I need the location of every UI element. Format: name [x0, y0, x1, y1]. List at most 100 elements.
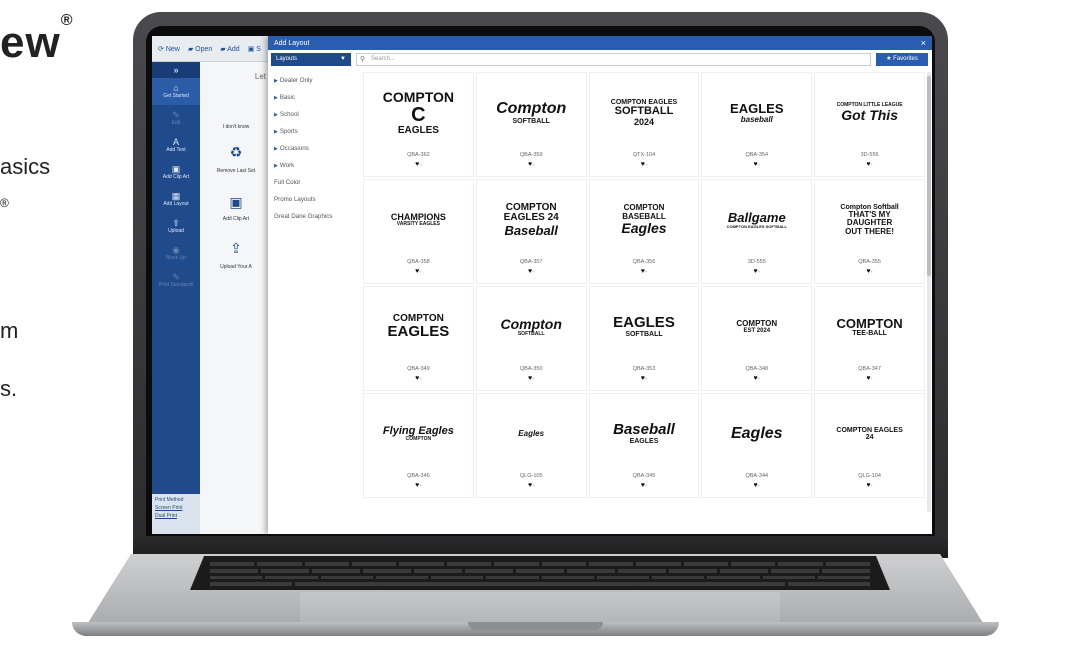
scrollbar-thumb[interactable]: [927, 76, 931, 276]
favorite-heart-icon[interactable]: ♥+: [364, 161, 473, 168]
layout-code: QBA-350: [519, 366, 543, 372]
layout-thumbnail: COMPTON EAGLES 24 Baseball: [495, 187, 567, 253]
category-promo-layouts[interactable]: Promo Layouts: [274, 191, 358, 208]
sidebar-item-label: Add Layout: [163, 201, 189, 207]
favorite-heart-icon[interactable]: ♥+: [702, 375, 811, 382]
thumbnail-text: COMPTON EAGLES 24: [836, 426, 903, 441]
category-sports[interactable]: ▶ Sports: [274, 123, 358, 140]
favorite-heart-icon[interactable]: ♥+: [815, 161, 924, 168]
search-icon: ⚲: [360, 56, 366, 63]
layout-thumbnail: Compton SOFTBALL: [495, 294, 567, 360]
layout-code: 3D-555: [747, 259, 766, 265]
save-button[interactable]: ▣ S: [248, 45, 261, 53]
layout-card[interactable]: EAGLES baseball QBA-354 ♥+: [701, 72, 813, 177]
layout-card[interactable]: EAGLES SOFTBALL QBA-353 ♥+: [588, 286, 700, 391]
layout-card[interactable]: CHAMPIONS VARSITY EAGLES QBA-358 ♥+: [363, 179, 474, 284]
thumbnail-text: EAGLES: [730, 100, 784, 116]
layout-card[interactable]: COMPTON EAGLES SOFTBALL 2024 QTX-104 ♥+: [588, 72, 700, 177]
favorite-heart-icon[interactable]: ♥+: [590, 375, 699, 382]
category-basic[interactable]: ▶ Basic: [274, 89, 358, 106]
close-icon[interactable]: ×: [921, 38, 926, 48]
layout-code: QBA-349: [407, 366, 430, 372]
favorite-heart-icon[interactable]: ♥+: [477, 161, 586, 168]
layout-card[interactable]: COMPTON TEE-BALL QBA-347 ♥+: [814, 286, 925, 391]
favorite-heart-icon[interactable]: ♥+: [590, 268, 699, 275]
layout-card[interactable]: Eagles QBA-344 ♥+: [701, 393, 813, 498]
sidebar-item-edit[interactable]: ✎ Edit: [152, 105, 200, 132]
layout-thumbnail: COMPTON C EAGLES: [382, 80, 454, 146]
sidebar-item-add-clip-art[interactable]: ▣ Add Clip Art: [152, 159, 200, 186]
favorite-heart-icon[interactable]: ♥+: [364, 268, 473, 275]
image-icon: ▣: [229, 194, 243, 210]
layout-card[interactable]: Compton SOFTBALL QBA-359 ♥+: [475, 72, 587, 177]
favorite-heart-icon[interactable]: ♥+: [702, 482, 811, 489]
layout-card[interactable]: COMPTON LITTLE LEAGUE Got This 3D-556 ♥+: [814, 72, 925, 177]
category-school[interactable]: ▶ School: [274, 106, 358, 123]
sidebar-item-print-standards[interactable]: ✎ Print Standards: [152, 267, 200, 294]
open-button[interactable]: ▰ Open: [188, 45, 212, 53]
favorite-heart-icon[interactable]: ♥+: [477, 375, 586, 382]
category-work[interactable]: ▶ Work: [274, 157, 358, 174]
thumbnail-text: EAGLES: [397, 124, 439, 136]
add-clip-art-option[interactable]: Add Clip Art: [206, 216, 266, 222]
dont-know-option[interactable]: I don't know: [206, 124, 266, 130]
category-occasions[interactable]: ▶ Occasions: [274, 140, 358, 157]
category-full-color[interactable]: Full Color: [274, 174, 358, 191]
search-input[interactable]: ⚲ Search...: [356, 53, 871, 66]
layout-thumbnail: Eagles: [495, 401, 567, 467]
remove-last-set-option[interactable]: Remove Last Set: [206, 168, 266, 174]
thumbnail-text: COMPTON: [382, 88, 455, 105]
favorite-heart-icon[interactable]: ♥+: [477, 482, 586, 489]
thumbnail-text: SOFTBALL: [614, 105, 674, 118]
layout-card[interactable]: Eagles QLG-105 ♥+: [475, 393, 587, 498]
print-method-dual-print[interactable]: Dual Print: [155, 513, 197, 519]
layout-card[interactable]: COMPTON EST 2024 QBA-348 ♥+: [701, 286, 813, 391]
favorite-heart-icon[interactable]: ♥+: [364, 482, 473, 489]
layout-card[interactable]: COMPTON EAGLES QBA-349 ♥+: [363, 286, 474, 391]
sidebar-item-upload[interactable]: ⇪ Upload: [152, 213, 200, 240]
layout-card[interactable]: Compton Softball THAT'S MY DAUGHTER OUT THE…: [814, 179, 925, 284]
favorite-heart-icon[interactable]: ♥+: [702, 161, 811, 168]
upload-art-option[interactable]: Upload Your A: [206, 264, 266, 270]
favorite-heart-icon[interactable]: ♥+: [702, 268, 811, 275]
favorite-heart-icon[interactable]: ♥+: [364, 375, 473, 382]
new-button[interactable]: ⟳ New: [158, 45, 180, 53]
favorite-heart-icon[interactable]: ♥+: [477, 268, 586, 275]
sidebar-item-add-layout[interactable]: ▦ Add Layout: [152, 186, 200, 213]
layout-card[interactable]: Baseball EAGLES QBA-345 ♥+: [588, 393, 700, 498]
sidebar-item-label: Edit: [171, 120, 181, 126]
category-great-dane-graphics[interactable]: Great Dane Graphics: [274, 208, 358, 225]
favorite-heart-icon[interactable]: ♥+: [590, 482, 699, 489]
print-method-screen-print[interactable]: Screen Print: [155, 505, 197, 511]
favorite-heart-icon[interactable]: ♥+: [815, 482, 924, 489]
pencil-icon: ✎: [172, 110, 180, 120]
layout-thumbnail: EAGLES SOFTBALL: [608, 294, 680, 360]
thumbnail-text: EST 2024: [743, 328, 771, 335]
layout-code: QLG-104: [858, 473, 881, 479]
layout-card[interactable]: Ballgame COMPTON EAGLES SOFTBALL 3D-555 ♥+: [701, 179, 813, 284]
layout-icon: ▦: [171, 191, 181, 201]
sidebar-collapse-button[interactable]: »: [152, 62, 200, 78]
sidebar-item-mock-up[interactable]: ◉ Mock Up: [152, 240, 200, 267]
add-button[interactable]: ▰ Add: [220, 45, 239, 53]
layout-code: QTX-104: [632, 152, 656, 158]
favorite-heart-icon[interactable]: ♥+: [815, 268, 924, 275]
layout-thumbnail: COMPTON TEE-BALL: [834, 294, 906, 360]
layout-card[interactable]: Compton SOFTBALL QBA-350 ♥+: [475, 286, 587, 391]
category-dealer-only[interactable]: ▶ Dealer Only: [274, 72, 358, 89]
layout-card[interactable]: COMPTON C EAGLES QBA-362 ♥+: [363, 72, 474, 177]
layout-card[interactable]: COMPTON EAGLES 24 QLG-104 ♥+: [814, 393, 925, 498]
favorites-button[interactable]: ★ Favorites: [876, 53, 928, 66]
favorite-heart-icon[interactable]: ♥+: [590, 161, 699, 168]
sidebar-item-get-started[interactable]: ⌂ Get Started: [152, 78, 200, 105]
sidebar-item-add-text[interactable]: A Add Text: [152, 132, 200, 159]
thumbnail-text: SOFTBALL: [625, 331, 663, 339]
layouts-dropdown[interactable]: Layouts ▼: [271, 53, 351, 66]
category-label: Basic: [279, 94, 295, 101]
new-label: New: [165, 45, 180, 53]
layout-card[interactable]: Flying Eagles COMPTON QBA-346 ♥+: [363, 393, 474, 498]
layout-card[interactable]: COMPTON BASEBALL Eagles QBA-356 ♥+: [588, 179, 700, 284]
category-label: Work: [279, 162, 295, 169]
layout-card[interactable]: COMPTON EAGLES 24 Baseball QBA-357 ♥+: [475, 179, 587, 284]
favorite-heart-icon[interactable]: ♥+: [815, 375, 924, 382]
